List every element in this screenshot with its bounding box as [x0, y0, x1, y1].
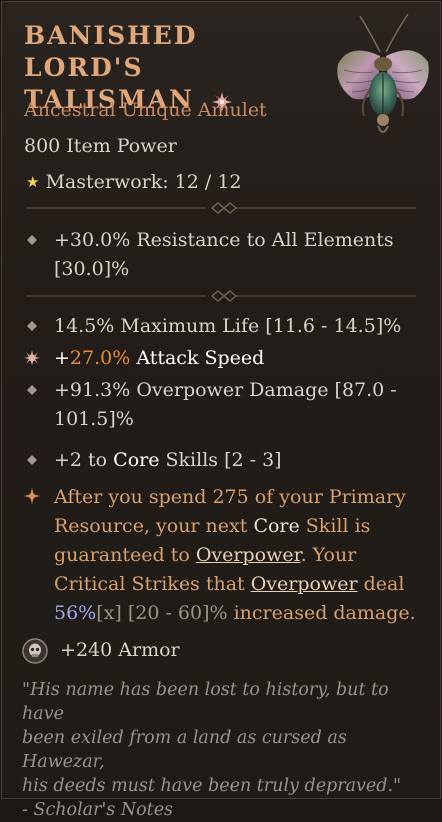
star-icon: ★ — [26, 173, 40, 191]
masterwork-rank: ★ Masterwork: 12 / 12 — [26, 170, 242, 194]
unique-power-text: increased damage. — [227, 602, 416, 624]
item-tooltip: BANISHED LORD'S TALISMAN Ancestral Uniqu… — [1, 1, 441, 820]
affix-maximum-life: 14.5% Maximum Life [11.6 - 14.5]% — [26, 312, 422, 341]
keyword-overpower[interactable]: Overpower — [251, 573, 358, 595]
flavor-line2: been exiled from a land as cursed as Haw… — [22, 728, 347, 772]
unique-power-text: guaranteed to — [54, 544, 196, 566]
item-name-line1: BANISHED LORD'S — [24, 21, 198, 82]
item-rarity: Ancestral Unique Amulet — [24, 99, 267, 121]
flavor-line1: "His name has been lost to history, but … — [22, 680, 389, 724]
item-power: 800 Item Power — [24, 135, 177, 157]
affix-line1: +91.3% Overpower Damage [87.0 - — [54, 379, 397, 401]
divider-middle — [26, 290, 416, 302]
skill-tag-core[interactable]: Core — [113, 449, 159, 471]
implicit-resistance: +30.0% Resistance to All Elements [30.0]… — [26, 226, 422, 284]
unique-power-text: Resource, your next — [54, 515, 254, 537]
affix-suffix: Skills [2 - 3] — [159, 449, 282, 471]
implicit-line1: +30.0% Resistance to All Elements — [54, 229, 394, 251]
affix-suffix: Attack Speed — [130, 347, 265, 369]
unique-power-line1: After you spend 275 of your Primary — [54, 486, 406, 508]
divider-top — [26, 202, 416, 214]
affix-attack-speed: +27.0% Attack Speed — [24, 344, 422, 373]
skill-tag-core[interactable]: Core — [253, 515, 299, 537]
diamond-bullet-icon — [27, 385, 37, 395]
implicit-line2: [30.0]% — [54, 258, 130, 280]
unique-power-text: Skill is — [299, 515, 371, 537]
affix-prefix: + — [54, 347, 70, 369]
unique-power-text: deal — [357, 573, 405, 595]
masterwork-label: Masterwork: 12 / 12 — [45, 171, 242, 193]
affix-prefix: +2 to — [54, 449, 114, 471]
affix-line2: 101.5]% — [54, 408, 134, 430]
flavor-line3: his deeds must have been truly depraved.… — [22, 776, 402, 796]
unique-power-text: Critical Strikes that — [54, 573, 251, 595]
keyword-overpower[interactable]: Overpower — [196, 544, 301, 566]
diamond-bullet-icon — [27, 455, 37, 465]
unique-power-range: [x] [20 - 60]% — [96, 602, 228, 624]
affix-overpower-damage: +91.3% Overpower Damage [87.0 - 101.5]% — [26, 376, 422, 434]
legendary-power-icon — [24, 488, 40, 504]
affix-core-skills: +2 to Core Skills [2 - 3] — [26, 446, 422, 475]
flavor-text: "His name has been lost to history, but … — [22, 678, 432, 822]
diamond-bullet-icon — [27, 235, 37, 245]
beetle-amulet-icon — [337, 13, 429, 133]
burst-icon — [24, 350, 40, 366]
diamond-bullet-icon — [27, 321, 37, 331]
armor-value: +240 Armor — [60, 639, 180, 661]
skull-shield-icon — [22, 638, 48, 664]
flavor-attribution: - Scholar's Notes — [22, 800, 174, 820]
unique-power: After you spend 275 of your Primary Reso… — [24, 483, 422, 628]
affix-text: 14.5% Maximum Life [11.6 - 14.5]% — [54, 315, 402, 337]
unique-power-text: . Your — [300, 544, 357, 566]
affix-highlight-value: 27.0% — [69, 347, 131, 369]
unique-power-value: 56% — [54, 602, 97, 624]
armor-stat: +240 Armor — [22, 638, 180, 664]
